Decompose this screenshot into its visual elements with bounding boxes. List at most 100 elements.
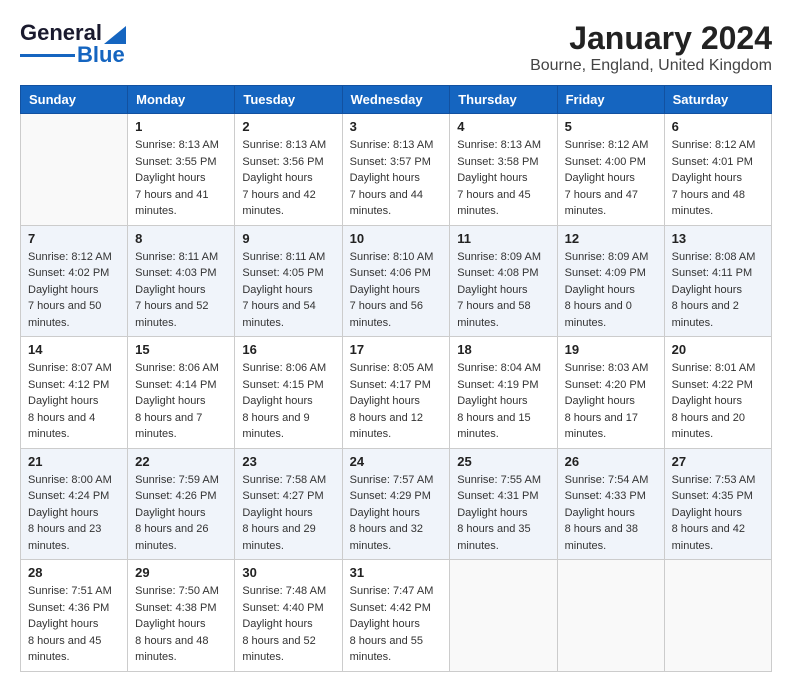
page-title: January 2024 xyxy=(530,20,772,57)
day-info: Sunrise: 8:09 AMSunset: 4:08 PMDaylight … xyxy=(457,249,549,332)
day-info: Sunrise: 7:54 AMSunset: 4:33 PMDaylight … xyxy=(565,472,657,555)
calendar-header-monday: Monday xyxy=(128,86,235,114)
calendar-header-wednesday: Wednesday xyxy=(342,86,450,114)
calendar-table: SundayMondayTuesdayWednesdayThursdayFrid… xyxy=(20,85,772,672)
day-info: Sunrise: 7:47 AMSunset: 4:42 PMDaylight … xyxy=(350,583,443,666)
calendar-cell: 12 Sunrise: 8:09 AMSunset: 4:09 PMDayligh… xyxy=(557,225,664,337)
calendar-cell: 29Sunrise: 7:50 AMSunset: 4:38 PMDayligh… xyxy=(128,560,235,672)
day-number: 1 xyxy=(135,119,227,134)
day-info: Sunrise: 7:48 AMSunset: 4:40 PMDaylight … xyxy=(242,583,334,666)
day-number: 5 xyxy=(565,119,657,134)
day-number: 4 xyxy=(457,119,549,134)
day-info: Sunrise: 8:12 AMSunset: 4:00 PMDaylight … xyxy=(565,137,657,220)
calendar-header-saturday: Saturday xyxy=(664,86,771,114)
day-info: Sunrise: 8:09 AMSunset: 4:09 PMDaylight … xyxy=(565,249,657,332)
calendar-cell: 20 Sunrise: 8:01 AMSunset: 4:22 PMDayligh… xyxy=(664,337,771,449)
calendar-cell: 13 Sunrise: 8:08 AMSunset: 4:11 PMDayligh… xyxy=(664,225,771,337)
logo-blue: Blue xyxy=(77,42,125,68)
calendar-week-row: 7 Sunrise: 8:12 AMSunset: 4:02 PMDaylight… xyxy=(21,225,772,337)
day-info: Sunrise: 8:00 AMSunset: 4:24 PMDaylight … xyxy=(28,472,120,555)
calendar-cell: 15 Sunrise: 8:06 AMSunset: 4:14 PMDayligh… xyxy=(128,337,235,449)
day-number: 23 xyxy=(242,454,334,469)
day-number: 27 xyxy=(672,454,764,469)
day-number: 15 xyxy=(135,342,227,357)
day-info: Sunrise: 8:04 AMSunset: 4:19 PMDaylight … xyxy=(457,360,549,443)
day-info: Sunrise: 8:12 AMSunset: 4:02 PMDaylight … xyxy=(28,249,120,332)
day-number: 21 xyxy=(28,454,120,469)
day-info: Sunrise: 8:01 AMSunset: 4:22 PMDaylight … xyxy=(672,360,764,443)
calendar-cell: 17 Sunrise: 8:05 AMSunset: 4:17 PMDayligh… xyxy=(342,337,450,449)
day-info: Sunrise: 8:05 AMSunset: 4:17 PMDaylight … xyxy=(350,360,443,443)
day-number: 12 xyxy=(565,231,657,246)
calendar-week-row: 14 Sunrise: 8:07 AMSunset: 4:12 PMDayligh… xyxy=(21,337,772,449)
day-info: Sunrise: 7:59 AMSunset: 4:26 PMDaylight … xyxy=(135,472,227,555)
calendar-week-row: 21 Sunrise: 8:00 AMSunset: 4:24 PMDayligh… xyxy=(21,448,772,560)
day-number: 22 xyxy=(135,454,227,469)
page-subtitle: Bourne, England, United Kingdom xyxy=(530,57,772,75)
day-number: 19 xyxy=(565,342,657,357)
calendar-cell: 11 Sunrise: 8:09 AMSunset: 4:08 PMDayligh… xyxy=(450,225,557,337)
calendar-cell: 21 Sunrise: 8:00 AMSunset: 4:24 PMDayligh… xyxy=(21,448,128,560)
calendar-cell: 1 Sunrise: 8:13 AMSunset: 3:55 PMDaylight… xyxy=(128,114,235,226)
day-info: Sunrise: 7:58 AMSunset: 4:27 PMDaylight … xyxy=(242,472,334,555)
day-info: Sunrise: 7:55 AMSunset: 4:31 PMDaylight … xyxy=(457,472,549,555)
day-number: 9 xyxy=(242,231,334,246)
day-info: Sunrise: 8:12 AMSunset: 4:01 PMDaylight … xyxy=(672,137,764,220)
day-info: Sunrise: 7:51 AMSunset: 4:36 PMDaylight … xyxy=(28,583,120,666)
day-number: 14 xyxy=(28,342,120,357)
day-info: Sunrise: 8:11 AMSunset: 4:03 PMDaylight … xyxy=(135,249,227,332)
day-info: Sunrise: 8:13 AMSunset: 3:56 PMDaylight … xyxy=(242,137,334,220)
calendar-cell: 8 Sunrise: 8:11 AMSunset: 4:03 PMDaylight… xyxy=(128,225,235,337)
day-number: 2 xyxy=(242,119,334,134)
day-number: 13 xyxy=(672,231,764,246)
calendar-cell: 22 Sunrise: 7:59 AMSunset: 4:26 PMDayligh… xyxy=(128,448,235,560)
day-info: Sunrise: 8:10 AMSunset: 4:06 PMDaylight … xyxy=(350,249,443,332)
calendar-cell: 3Sunrise: 8:13 AMSunset: 3:57 PMDaylight… xyxy=(342,114,450,226)
day-info: Sunrise: 8:06 AMSunset: 4:14 PMDaylight … xyxy=(135,360,227,443)
day-info: Sunrise: 8:13 AMSunset: 3:58 PMDaylight … xyxy=(457,137,549,220)
day-info: Sunrise: 8:08 AMSunset: 4:11 PMDaylight … xyxy=(672,249,764,332)
day-number: 29 xyxy=(135,565,227,580)
calendar-cell xyxy=(557,560,664,672)
day-info: Sunrise: 8:11 AMSunset: 4:05 PMDaylight … xyxy=(242,249,334,332)
calendar-header-sunday: Sunday xyxy=(21,86,128,114)
calendar-cell: 7 Sunrise: 8:12 AMSunset: 4:02 PMDaylight… xyxy=(21,225,128,337)
header: General Blue January 2024 Bourne, Englan… xyxy=(20,20,772,75)
calendar-cell: 10 Sunrise: 8:10 AMSunset: 4:06 PMDayligh… xyxy=(342,225,450,337)
day-number: 8 xyxy=(135,231,227,246)
day-number: 17 xyxy=(350,342,443,357)
calendar-cell: 14 Sunrise: 8:07 AMSunset: 4:12 PMDayligh… xyxy=(21,337,128,449)
calendar-cell: 18 Sunrise: 8:04 AMSunset: 4:19 PMDayligh… xyxy=(450,337,557,449)
calendar-cell: 19Sunrise: 8:03 AMSunset: 4:20 PMDayligh… xyxy=(557,337,664,449)
calendar-cell: 28 Sunrise: 7:51 AMSunset: 4:36 PMDayligh… xyxy=(21,560,128,672)
day-number: 6 xyxy=(672,119,764,134)
day-number: 18 xyxy=(457,342,549,357)
day-number: 26 xyxy=(565,454,657,469)
day-number: 30 xyxy=(242,565,334,580)
day-info: Sunrise: 8:13 AMSunset: 3:55 PMDaylight … xyxy=(135,137,227,220)
day-number: 16 xyxy=(242,342,334,357)
day-number: 11 xyxy=(457,231,549,246)
calendar-cell: 30 Sunrise: 7:48 AMSunset: 4:40 PMDayligh… xyxy=(235,560,342,672)
calendar-cell: 16 Sunrise: 8:06 AMSunset: 4:15 PMDayligh… xyxy=(235,337,342,449)
day-number: 20 xyxy=(672,342,764,357)
calendar-header-row: SundayMondayTuesdayWednesdayThursdayFrid… xyxy=(21,86,772,114)
day-info: Sunrise: 8:07 AMSunset: 4:12 PMDaylight … xyxy=(28,360,120,443)
day-number: 10 xyxy=(350,231,443,246)
day-number: 28 xyxy=(28,565,120,580)
calendar-cell: 2 Sunrise: 8:13 AMSunset: 3:56 PMDaylight… xyxy=(235,114,342,226)
calendar-cell: 9 Sunrise: 8:11 AMSunset: 4:05 PMDaylight… xyxy=(235,225,342,337)
day-number: 24 xyxy=(350,454,443,469)
calendar-header-friday: Friday xyxy=(557,86,664,114)
title-area: January 2024 Bourne, England, United Kin… xyxy=(530,20,772,75)
day-number: 25 xyxy=(457,454,549,469)
day-info: Sunrise: 8:06 AMSunset: 4:15 PMDaylight … xyxy=(242,360,334,443)
calendar-cell: 5 Sunrise: 8:12 AMSunset: 4:00 PMDaylight… xyxy=(557,114,664,226)
calendar-cell: 26 Sunrise: 7:54 AMSunset: 4:33 PMDayligh… xyxy=(557,448,664,560)
logo: General Blue xyxy=(20,20,126,68)
calendar-week-row: 28 Sunrise: 7:51 AMSunset: 4:36 PMDayligh… xyxy=(21,560,772,672)
day-number: 7 xyxy=(28,231,120,246)
calendar-cell: 4 Sunrise: 8:13 AMSunset: 3:58 PMDaylight… xyxy=(450,114,557,226)
calendar-header-tuesday: Tuesday xyxy=(235,86,342,114)
calendar-cell xyxy=(450,560,557,672)
